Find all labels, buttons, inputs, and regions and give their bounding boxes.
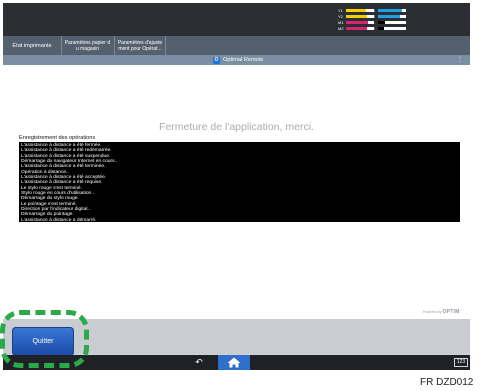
toner-label: Y2 [338,13,343,19]
toner-label: C2 [370,13,376,19]
toner-bar [378,20,406,24]
tab-tray-paper-settings[interactable]: Paramètres papier d u magasin [61,36,113,55]
tab-adjustment-settings[interactable]: Paramètres d'ajuste ment pour Opérat... [114,36,166,55]
back-icon[interactable]: ↶ [193,357,205,368]
toner-fill [346,26,367,30]
keypad-button[interactable]: 123 [454,358,468,367]
toner-fill [346,8,366,12]
toner-label: M1 [338,19,344,25]
status-bar: Y1 C1 Y2 C2 M1 K1 M2 K2 [3,3,470,36]
toner-fill [378,14,401,18]
toner-label: K1 [370,19,375,25]
operation-log-label: Enregistrement des opérations [19,134,96,141]
figure-code: FR DZD012 [420,377,474,388]
tab-printer-status[interactable]: État imprimante [6,36,58,55]
toner-bar [378,26,406,30]
toner-gauge-y1: Y1 [338,8,374,13]
toner-label: C1 [370,7,376,13]
powered-by-text: Powered by [423,310,442,314]
app-title: Optimal Remote [223,56,264,63]
toner-gauge-c1: C1 [370,8,406,13]
toner-gauge-c2: C2 [370,14,406,19]
toner-label: K2 [370,25,375,31]
home-icon [227,357,241,368]
log-line: L'assistance à distance a démarré. [21,217,97,223]
optim-logo: OPTiM [442,309,460,315]
toner-label: M2 [338,25,344,31]
home-button[interactable] [218,355,250,370]
toner-bar [378,8,406,12]
toner-fill [346,14,367,18]
toner-fill [346,20,369,24]
tab-bar: État imprimante Paramètres papier d u ma… [3,36,470,55]
more-menu-icon[interactable]: ⋮ [457,56,463,64]
toner-gauge-m2: M2 [338,26,374,31]
powered-by: Powered by OPTiM [423,309,460,315]
main-content: Fermeture de l'application, merci. Enreg… [3,65,470,319]
toner-fill [378,20,385,24]
operation-log: L'assistance à distance a été fermée. L'a… [19,142,460,223]
toner-fill [378,26,384,30]
toner-label: Y1 [338,7,343,13]
toner-levels: Y1 C1 Y2 C2 M1 K1 M2 K2 [338,8,448,34]
toner-gauge-k2: K2 [370,26,406,31]
toner-gauge-k1: K1 [370,20,406,25]
toner-bar [378,14,406,18]
toner-gauge-y2: Y2 [338,14,374,19]
optimal-remote-logo-icon: O [213,56,220,64]
closing-message: Fermeture de l'application, merci. [159,121,314,133]
toner-fill [378,8,402,12]
app-title-bar: O Optimal Remote ⋮ [3,55,470,65]
highlight-ring [0,310,89,368]
toner-gauge-m1: M1 [338,20,374,25]
